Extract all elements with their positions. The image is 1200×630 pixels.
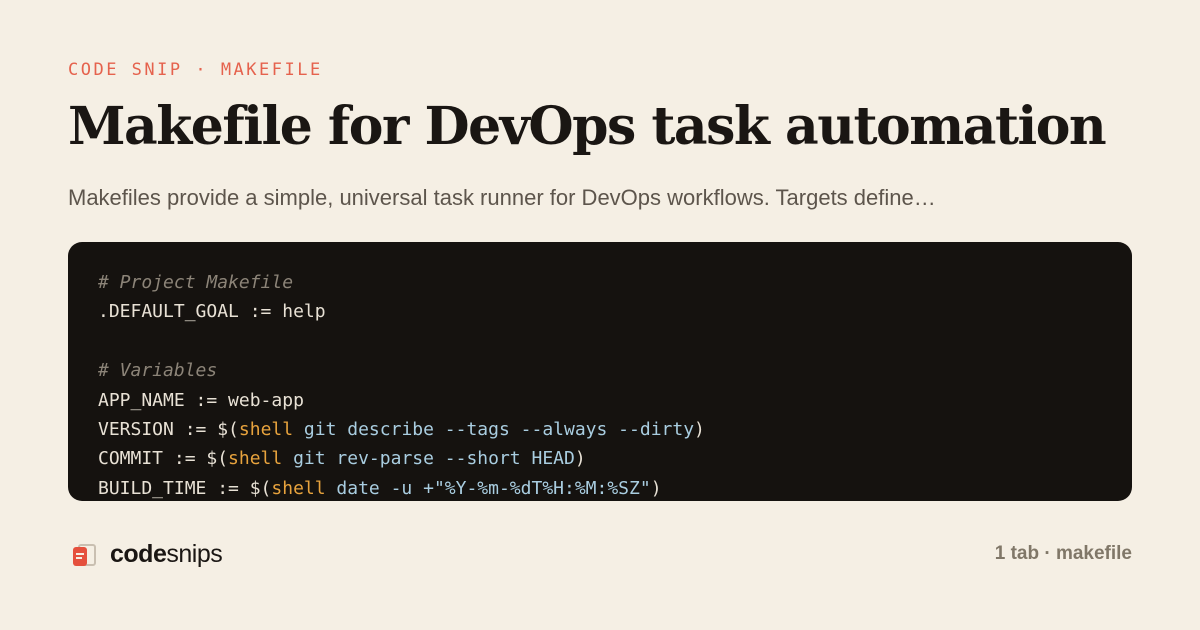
code-token-plain: VERSION := $( [98,418,239,440]
code-token-kw: shell [228,448,283,470]
page-title: Makefile for DevOps task automation [68,96,1107,157]
code-line: .DEFAULT_GOAL := help [98,297,1132,326]
brand-logo[interactable]: codesnips [72,540,223,569]
code-line: COMMIT := $(shell git rev-parse --short … [98,444,1132,473]
code-token-kw: shell [238,418,294,440]
code-line: # Variables [98,356,1132,385]
code-token-plain: ) [650,477,662,499]
brand-wordmark-regular: snips [166,540,223,568]
code-line: # Project Makefile [98,268,1132,297]
brand-wordmark: codesnips [110,540,223,569]
code-token-arg: git rev-parse --short HEAD [282,448,575,470]
stacked-cards-icon [72,542,96,568]
code-line: APP_NAME := web-app [98,386,1132,415]
code-token-comment: # Project Makefile [98,272,294,293]
code-token-plain: APP_NAME := web-app [98,389,304,411]
code-token-plain: ) [694,418,705,440]
code-block: # Project Makefile .DEFAULT_GOAL := help … [68,242,1132,501]
snippet-meta: 1 tab · makefile [994,543,1132,564]
code-token-arg: date -u +"%Y-%m-%dT%H:%M:%SZ" [325,477,651,499]
code-line: VERSION := $(shell git describe --tags -… [98,415,1132,444]
code-token-comment: # Variables [98,360,218,382]
brand-wordmark-bold: code [110,540,167,568]
code-token-arg: git describe --tags --always --dirty [293,418,695,440]
eyebrow-label: CODE SNIP · MAKEFILE [68,60,323,80]
code-token-plain: COMMIT := $( [98,448,229,470]
code-token-plain: .DEFAULT_GOAL := help [98,301,326,323]
code-token-plain: ) [574,448,586,470]
snippet-description: Makefiles provide a simple, universal ta… [68,185,936,210]
code-token-plain: BUILD_TIME := $( [98,477,272,499]
code-token-kw: shell [271,477,326,499]
code-content: # Project Makefile .DEFAULT_GOAL := help … [68,242,1132,501]
code-line: BUILD_TIME := $(shell date -u +"%Y-%m-%d… [98,474,1132,501]
